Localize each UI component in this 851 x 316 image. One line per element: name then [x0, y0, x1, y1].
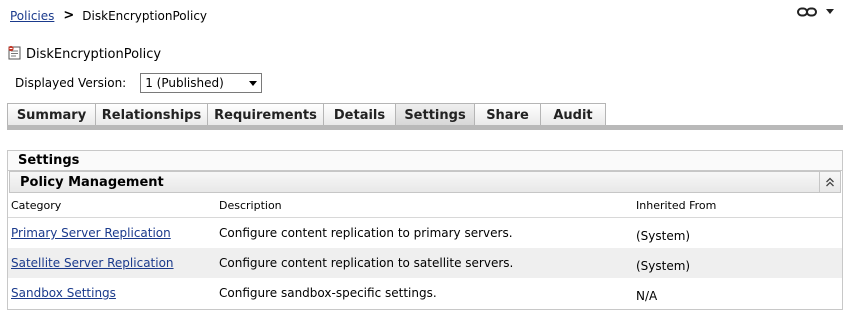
primary-server-replication-link[interactable]: Primary Server Replication — [11, 226, 171, 240]
table-row: Primary Server Replication Configure con… — [8, 218, 842, 248]
table-row: Satellite Server Replication Configure c… — [8, 248, 842, 278]
section-policy-management: Policy Management — [9, 171, 841, 193]
tab-summary[interactable]: Summary — [7, 103, 96, 126]
tab-details[interactable]: Details — [323, 103, 396, 126]
row-inherited-from: (System) — [636, 229, 691, 243]
link-icon[interactable] — [797, 7, 817, 17]
version-row: Displayed Version: 1 (Published) — [15, 73, 263, 93]
policy-icon — [7, 45, 22, 64]
page-title-row: DiskEncryptionPolicy — [7, 45, 161, 64]
tab-requirements-label: Requirements — [214, 107, 317, 123]
tab-underline-bar — [7, 125, 843, 130]
row-description: Configure content replication to primary… — [219, 226, 513, 240]
row-inherited-from: N/A — [636, 289, 658, 303]
column-category[interactable]: Category — [8, 199, 216, 212]
version-select[interactable]: 1 (Published) — [140, 73, 263, 93]
breadcrumb-current: DiskEncryptionPolicy — [82, 8, 208, 23]
top-right-tools — [797, 7, 834, 17]
table-row: Sandbox Settings Configure sandbox-speci… — [8, 278, 842, 308]
tab-audit-label: Audit — [553, 107, 593, 123]
tab-share[interactable]: Share — [474, 103, 541, 126]
collapse-icon[interactable] — [819, 172, 840, 192]
chevron-down-icon[interactable] — [826, 9, 834, 15]
row-inherited-from: (System) — [636, 259, 691, 273]
breadcrumb-separator-icon: > — [63, 8, 75, 23]
section-title: Policy Management — [20, 174, 164, 190]
tab-requirements[interactable]: Requirements — [207, 103, 324, 126]
row-description: Configure content replication to satelli… — [219, 256, 514, 270]
satellite-server-replication-link[interactable]: Satellite Server Replication — [11, 256, 174, 270]
breadcrumb: Policies > DiskEncryptionPolicy — [10, 8, 207, 23]
tab-strip: Summary Relationships Requirements Detai… — [7, 103, 843, 126]
tab-audit[interactable]: Audit — [540, 103, 606, 126]
tab-summary-label: Summary — [16, 107, 87, 123]
sandbox-settings-link[interactable]: Sandbox Settings — [11, 286, 116, 300]
dropdown-arrow-icon — [249, 81, 258, 86]
tab-settings-label: Settings — [404, 107, 466, 123]
version-label: Displayed Version: — [15, 76, 127, 90]
breadcrumb-policies-link[interactable]: Policies — [10, 9, 54, 23]
column-inherited-from[interactable]: Inherited From — [633, 199, 716, 212]
tab-details-label: Details — [333, 107, 386, 123]
column-description[interactable]: Description — [216, 199, 633, 212]
tab-relationships-label: Relationships — [101, 107, 202, 123]
tab-relationships[interactable]: Relationships — [95, 103, 208, 126]
panel-title: Settings — [8, 151, 842, 171]
row-description: Configure sandbox-specific settings. — [219, 286, 437, 300]
version-select-value: 1 (Published) — [145, 76, 224, 90]
grid-header: Category Description Inherited From — [8, 193, 842, 218]
settings-panel: Settings Policy Management Category Desc… — [7, 150, 843, 310]
page-title: DiskEncryptionPolicy — [26, 47, 162, 62]
tab-share-label: Share — [486, 107, 529, 123]
tab-settings[interactable]: Settings — [395, 103, 475, 126]
